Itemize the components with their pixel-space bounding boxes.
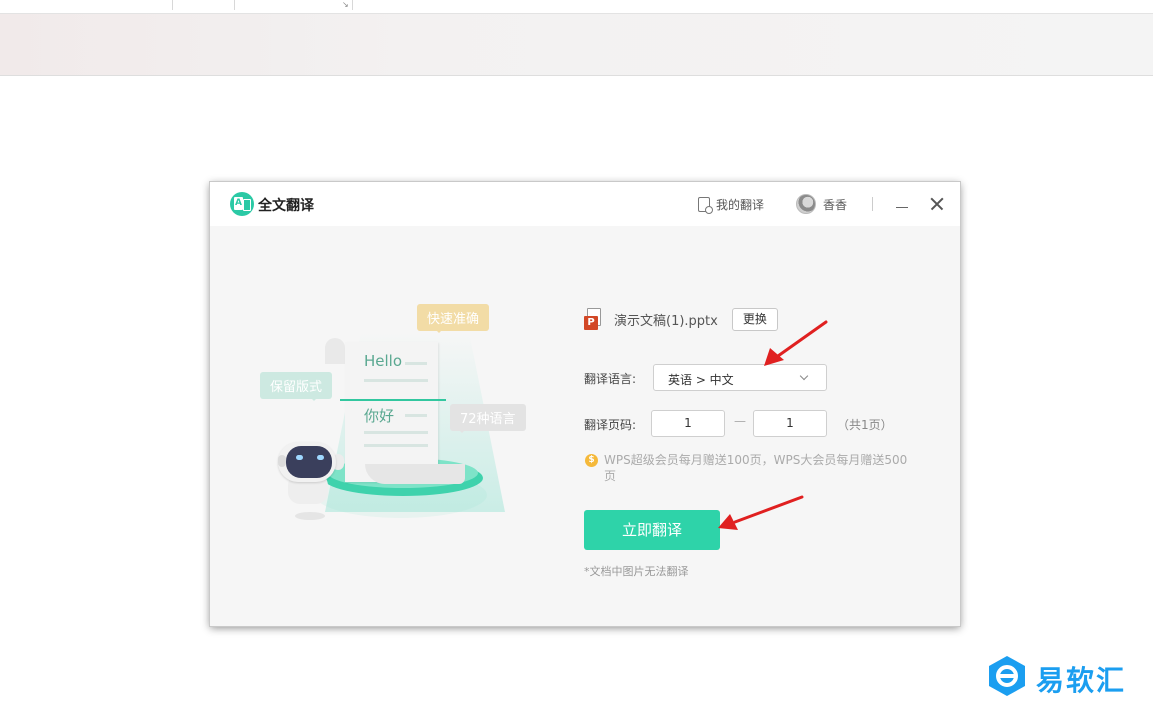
- site-watermark: 易软汇: [986, 654, 1146, 698]
- annotation-arrows: [718, 320, 828, 530]
- arrow-to-translate-button: [718, 495, 804, 530]
- arrow-to-language-select: [764, 320, 828, 366]
- watermark-logo-icon: [989, 656, 1025, 696]
- watermark-text: 易软汇: [1036, 664, 1127, 697]
